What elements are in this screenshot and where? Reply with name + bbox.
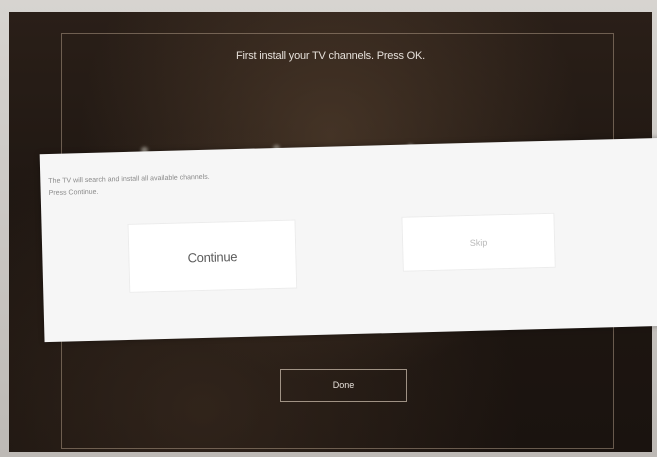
done-button[interactable]: Done — [280, 369, 407, 402]
skip-button[interactable]: Skip — [401, 212, 556, 272]
dialog-message: The TV will search and install all avail… — [48, 172, 210, 200]
install-prompt: First install your TV channels. Press OK… — [235, 50, 426, 62]
channel-install-dialog: The TV will search and install all avail… — [39, 137, 657, 343]
continue-button[interactable]: Continue — [127, 219, 298, 293]
